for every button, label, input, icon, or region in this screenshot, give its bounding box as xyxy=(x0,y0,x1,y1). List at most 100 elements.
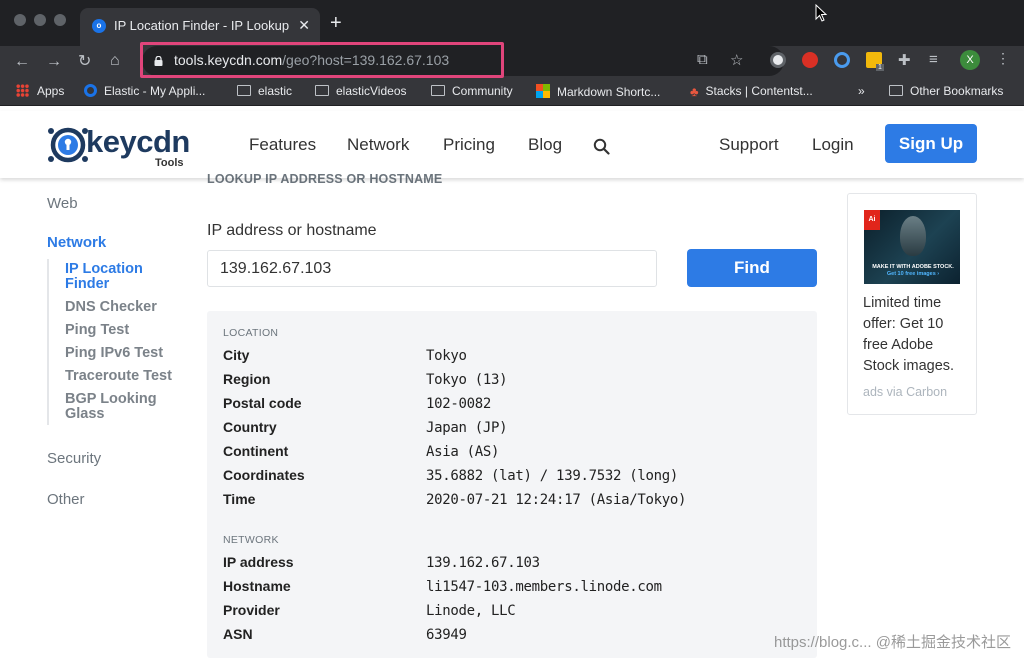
bookmark-folder-elasticvideos[interactable]: elasticVideos xyxy=(315,84,407,99)
folder-icon xyxy=(237,85,251,96)
location-section-title: LOCATION xyxy=(223,327,279,339)
lookup-heading: LOOKUP IP ADDRESS OR HOSTNAME xyxy=(207,172,443,186)
ad-portrait xyxy=(900,216,926,256)
extension-record-icon[interactable] xyxy=(770,52,786,68)
profile-avatar[interactable]: X xyxy=(960,50,980,70)
logo-wordmark[interactable]: keycdn xyxy=(86,124,190,160)
location-row-key: Time xyxy=(223,491,256,507)
translate-icon[interactable]: ⧉ xyxy=(697,51,708,68)
location-row-key: Coordinates xyxy=(223,467,305,483)
location-row-key: Region xyxy=(223,371,271,387)
bookmark-apps[interactable]: Apps xyxy=(16,84,64,99)
nav-features[interactable]: Features xyxy=(249,135,316,155)
folder-icon xyxy=(315,85,329,96)
ad-image[interactable]: Ai MAKE IT WITH ADOBE STOCK. Get 10 free … xyxy=(864,210,960,284)
sidebar-other[interactable]: Other xyxy=(47,491,85,508)
extensions-puzzle-icon[interactable]: ✚ xyxy=(898,51,911,69)
location-row-value: Japan (JP) xyxy=(426,420,508,436)
extension-adblock-icon[interactable] xyxy=(802,52,818,68)
bookmark-markdown[interactable]: Markdown Shortc... xyxy=(536,84,660,100)
network-row-key: ASN xyxy=(223,626,253,642)
forward-icon[interactable]: → xyxy=(46,52,62,72)
window-zoom-button[interactable] xyxy=(54,14,66,26)
browser-tab[interactable]: o IP Location Finder - IP Lookup ✕ xyxy=(80,8,320,46)
sidebar-item-bgp-looking-glass[interactable]: BGP Looking Glass xyxy=(65,392,165,422)
location-row-key: Postal code xyxy=(223,395,302,411)
search-icon[interactable] xyxy=(593,138,610,155)
back-icon[interactable]: ← xyxy=(14,52,30,72)
ad-image-caption: MAKE IT WITH ADOBE STOCK. Get 10 free ima… xyxy=(872,264,954,277)
nav-pricing[interactable]: Pricing xyxy=(443,135,495,155)
stacks-icon: ♣ xyxy=(690,84,699,99)
location-row-value: Asia (AS) xyxy=(426,444,500,460)
browser-tab-strip: o IP Location Finder - IP Lookup ✕ + xyxy=(0,0,1024,46)
network-row-key: Provider xyxy=(223,602,280,618)
folder-icon xyxy=(431,85,445,96)
elastic-icon xyxy=(84,84,97,97)
adobe-logo-icon: Ai xyxy=(864,210,880,230)
ip-address-input[interactable] xyxy=(207,250,657,287)
sidebar-item-dns-checker[interactable]: DNS Checker xyxy=(65,300,157,315)
extension-circle-icon[interactable] xyxy=(834,52,850,68)
bookmark-stacks[interactable]: ♣ Stacks | Contentst... xyxy=(690,84,813,99)
bookmark-folder-community[interactable]: Community xyxy=(431,84,513,99)
location-row-value: Tokyo (13) xyxy=(426,372,508,388)
annotation-highlight-box xyxy=(140,42,504,78)
apps-grid-icon xyxy=(16,84,29,97)
network-row-value: 139.162.67.103 xyxy=(426,555,540,571)
tab-title: IP Location Finder - IP Lookup xyxy=(114,18,289,33)
window-minimize-button[interactable] xyxy=(34,14,46,26)
extension-badge: 1 xyxy=(876,64,884,71)
home-icon[interactable]: ⌂ xyxy=(110,51,120,71)
location-row-value: 2020-07-21 12:24:17 (Asia/Tokyo) xyxy=(426,492,687,508)
nav-blog[interactable]: Blog xyxy=(528,135,562,155)
bookmark-other[interactable]: Other Bookmarks xyxy=(889,84,1003,99)
find-button[interactable]: Find xyxy=(687,249,817,287)
new-tab-icon[interactable]: + xyxy=(330,12,342,34)
sidebar-subnav-rail xyxy=(47,259,49,425)
window-close-button[interactable] xyxy=(14,14,26,26)
mouse-cursor-icon xyxy=(815,4,828,22)
bookmarks-bar: Apps Elastic - My Appli... elastic elast… xyxy=(0,78,1024,106)
nav-login[interactable]: Login xyxy=(812,135,854,155)
sidebar-security[interactable]: Security xyxy=(47,450,101,467)
location-row-value: 35.6882 (lat) / 139.7532 (long) xyxy=(426,468,678,484)
bookmark-elastic-app[interactable]: Elastic - My Appli... xyxy=(84,84,205,99)
network-row-value: li1547-103.members.linode.com xyxy=(426,579,662,595)
tab-close-icon[interactable]: ✕ xyxy=(298,17,310,34)
folder-icon xyxy=(889,85,903,96)
bookmark-star-icon[interactable]: ☆ xyxy=(730,51,743,69)
network-row-value: Linode, LLC xyxy=(426,603,516,619)
location-row-key: Country xyxy=(223,419,277,435)
microsoft-icon xyxy=(536,84,550,98)
watermark-text: https://blog.c... @稀土掘金技术社区 xyxy=(774,634,1011,651)
location-row-value: 102-0082 xyxy=(426,396,492,412)
sidebar-web[interactable]: Web xyxy=(47,195,78,212)
reload-icon[interactable]: ↻ xyxy=(78,52,91,72)
sign-up-button[interactable]: Sign Up xyxy=(885,124,977,163)
nav-network[interactable]: Network xyxy=(347,135,409,155)
sidebar-item-traceroute-test[interactable]: Traceroute Test xyxy=(65,369,172,384)
browser-menu-icon[interactable]: ⋮ xyxy=(996,50,1010,67)
location-row-key: Continent xyxy=(223,443,289,459)
sidebar-network[interactable]: Network xyxy=(47,234,106,251)
keycdn-logo-icon[interactable] xyxy=(46,124,90,170)
ad-attribution[interactable]: ads via Carbon xyxy=(863,385,947,399)
network-row-key: IP address xyxy=(223,554,294,570)
ip-field-label: IP address or hostname xyxy=(207,222,377,239)
network-row-value: 63949 xyxy=(426,627,467,643)
nav-support[interactable]: Support xyxy=(719,135,779,155)
location-row-key: City xyxy=(223,347,250,363)
sidebar-item-ping-test[interactable]: Ping Test xyxy=(65,323,129,338)
sidebar-item-ip-location-finder[interactable]: IP Location Finder xyxy=(65,262,175,292)
media-queue-icon[interactable]: ≡ xyxy=(929,51,938,68)
ad-text[interactable]: Limited time offer: Get 10 free Adobe St… xyxy=(863,293,967,377)
keycdn-favicon-icon: o xyxy=(92,19,106,33)
bookmarks-overflow[interactable]: » xyxy=(858,84,865,99)
location-row-value: Tokyo xyxy=(426,348,467,364)
sidebar-item-ping-ipv6-test[interactable]: Ping IPv6 Test xyxy=(65,346,163,361)
network-section-title: NETWORK xyxy=(223,534,279,546)
network-row-key: Hostname xyxy=(223,578,291,594)
logo-subtitle: Tools xyxy=(155,157,184,169)
bookmark-folder-elastic[interactable]: elastic xyxy=(237,84,292,99)
